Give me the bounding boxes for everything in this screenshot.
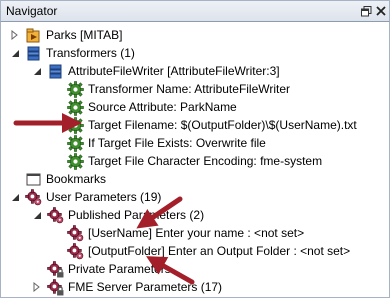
tree-item-user-parameters[interactable]: User Parameters (19) bbox=[9, 188, 161, 206]
expand-arrow-icon[interactable] bbox=[9, 29, 21, 41]
tree-label: Bookmarks bbox=[46, 172, 107, 186]
tree-label: If Target File Exists: Overwrite file bbox=[88, 136, 266, 150]
tree-label: Target File Character Encoding: fme-syst… bbox=[88, 154, 323, 168]
tree-label: Transformer Name: AttributeFileWriter bbox=[88, 82, 291, 96]
tree-label: [UserName] Enter your name : <not set> bbox=[88, 226, 305, 240]
tree-item-target-encoding[interactable]: Target File Character Encoding: fme-syst… bbox=[67, 152, 322, 170]
tree-label: Target Filename: $(OutputFolder)\$(UserN… bbox=[88, 118, 357, 132]
window-title: Navigator bbox=[6, 4, 58, 18]
tree-item-parks[interactable]: Parks [MITAB] bbox=[9, 26, 122, 44]
navigator-titlebar: Navigator bbox=[0, 0, 390, 22]
tree-label: Source Attribute: ParkName bbox=[88, 100, 237, 114]
tree-item-username-param[interactable]: [UserName] Enter your name : <not set> bbox=[67, 224, 304, 242]
collapse-arrow-icon[interactable] bbox=[31, 209, 43, 221]
close-icon[interactable] bbox=[374, 4, 388, 18]
tree-label: [OutputFolder] Enter an Output Folder : … bbox=[88, 244, 351, 258]
collapse-arrow-icon[interactable] bbox=[31, 65, 43, 77]
expand-arrow-icon[interactable] bbox=[31, 281, 43, 293]
gear-icon bbox=[67, 152, 84, 170]
gear-icon bbox=[67, 134, 84, 152]
transformer-icon bbox=[47, 63, 64, 80]
navigator-tree: Parks [MITAB] Transformers (1) Attribute… bbox=[0, 22, 390, 298]
tree-item-published-parameters[interactable]: Published Parameters (2) bbox=[31, 206, 204, 224]
tree-item-attribute-file-writer[interactable]: AttributeFileWriter [AttributeFileWriter… bbox=[31, 62, 280, 80]
tree-label: User Parameters (19) bbox=[46, 190, 162, 204]
parameter-gear-icon bbox=[67, 224, 84, 242]
float-window-icon[interactable] bbox=[359, 4, 373, 18]
gear-icon bbox=[67, 80, 84, 98]
tree-item-if-target-exists[interactable]: If Target File Exists: Overwrite file bbox=[67, 134, 266, 152]
tree-item-transformers[interactable]: Transformers (1) bbox=[9, 44, 135, 62]
server-parameters-icon bbox=[47, 278, 64, 296]
collapse-arrow-icon[interactable] bbox=[9, 191, 21, 203]
tree-item-transformer-name[interactable]: Transformer Name: AttributeFileWriter bbox=[67, 80, 290, 98]
gear-icon bbox=[67, 98, 84, 116]
parameter-gear-icon bbox=[67, 242, 84, 260]
tree-item-private-parameters[interactable]: Private Parameters bbox=[47, 260, 171, 278]
locked-parameters-icon bbox=[47, 260, 64, 278]
transformers-icon bbox=[25, 45, 42, 62]
tree-label: Transformers (1) bbox=[46, 46, 135, 60]
bookmark-icon bbox=[25, 171, 42, 188]
tree-item-bookmarks[interactable]: Bookmarks bbox=[9, 170, 106, 188]
tree-label: FME Server Parameters (17) bbox=[68, 280, 223, 294]
tree-item-source-attribute[interactable]: Source Attribute: ParkName bbox=[67, 98, 237, 116]
tree-item-outputfolder-param[interactable]: [OutputFolder] Enter an Output Folder : … bbox=[67, 242, 350, 260]
tree-label: Private Parameters bbox=[68, 262, 171, 276]
tree-label: AttributeFileWriter [AttributeFileWriter… bbox=[68, 64, 280, 78]
tree-item-target-filename[interactable]: Target Filename: $(OutputFolder)\$(UserN… bbox=[67, 116, 357, 134]
parameters-gear-icon bbox=[47, 206, 64, 224]
tree-label: Parks [MITAB] bbox=[46, 28, 123, 42]
tree-label: Published Parameters (2) bbox=[68, 208, 205, 222]
collapse-arrow-icon[interactable] bbox=[9, 47, 21, 59]
reader-icon bbox=[25, 27, 42, 44]
tree-item-fme-server-parameters[interactable]: FME Server Parameters (17) bbox=[31, 278, 222, 296]
gear-icon bbox=[67, 116, 84, 134]
parameters-gear-icon bbox=[25, 188, 42, 206]
